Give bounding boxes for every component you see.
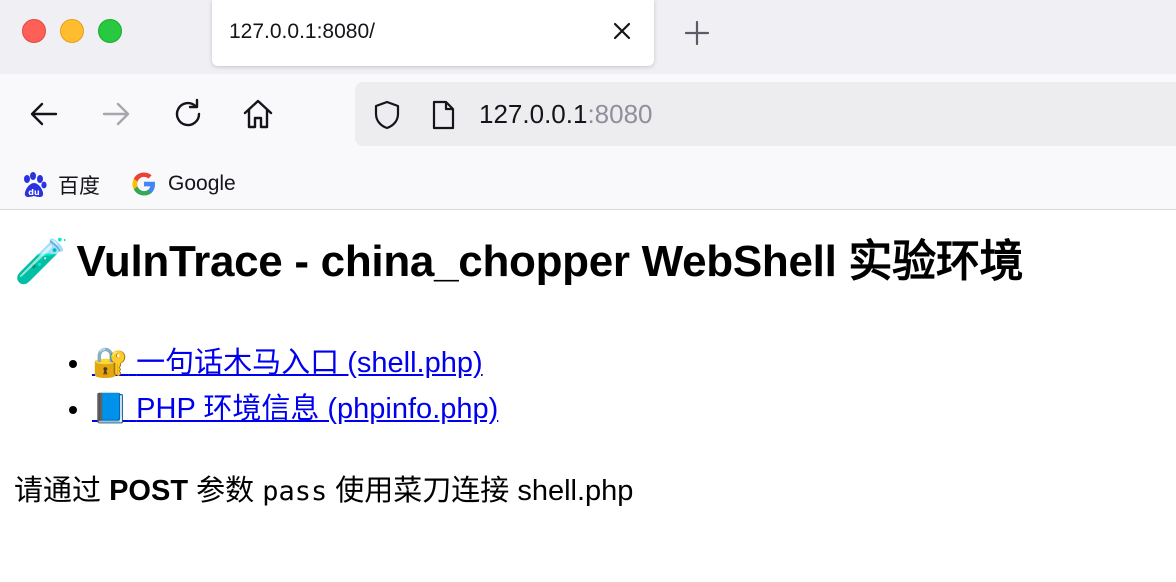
- link-list: 🔐 一句话木马入口 (shell.php) 📘 PHP 环境信息 (phpinf…: [14, 340, 1162, 432]
- tab-title: 127.0.0.1:8080/: [229, 20, 375, 43]
- shell-php-link[interactable]: 🔐 一句话木马入口 (shell.php): [92, 347, 483, 379]
- window-controls: [22, 19, 122, 43]
- google-icon: [132, 172, 155, 196]
- baidu-icon: du: [24, 172, 47, 197]
- window-close-button[interactable]: [22, 19, 46, 43]
- navigation-toolbar: 127.0.0.1:8080: [0, 74, 1176, 156]
- new-tab-plus-icon[interactable]: [683, 19, 711, 47]
- page-content: 🧪 VulnTrace - china_chopper WebShell 实验环境…: [0, 236, 1176, 511]
- url-text[interactable]: 127.0.0.1:8080: [479, 99, 653, 130]
- window-maximize-button[interactable]: [98, 19, 122, 43]
- bookmark-label: Google: [168, 172, 236, 195]
- lock-key-icon: 🔐: [92, 347, 129, 379]
- page-info-icon[interactable]: [429, 99, 457, 131]
- bookmark-label: 百度: [58, 175, 100, 198]
- url-port: :8080: [587, 99, 653, 129]
- browser-titlebar: 127.0.0.1:8080/: [0, 0, 1176, 74]
- reload-icon[interactable]: [170, 96, 206, 132]
- usage-note: 请通过 POST 参数 pass 使用菜刀连接 shell.php: [14, 472, 1162, 511]
- forward-arrow-icon[interactable]: [98, 96, 134, 132]
- home-icon[interactable]: [240, 96, 276, 132]
- list-item: 🔐 一句话木马入口 (shell.php): [92, 340, 1162, 386]
- window-minimize-button[interactable]: [60, 19, 84, 43]
- bookmark-google[interactable]: Google: [130, 170, 236, 198]
- note-middle: 参数: [196, 475, 255, 507]
- close-icon[interactable]: [610, 19, 634, 43]
- url-host: 127.0.0.1: [479, 99, 588, 129]
- phpinfo-link[interactable]: 📘 PHP 环境信息 (phpinfo.php): [92, 393, 498, 425]
- svg-text:du: du: [28, 188, 40, 197]
- link-label: 一句话木马入口 (shell.php): [136, 347, 483, 379]
- note-method: POST: [109, 475, 189, 507]
- bookmark-baidu[interactable]: du 百度: [20, 170, 100, 200]
- book-icon: 📘: [92, 393, 129, 425]
- list-item: 📘 PHP 环境信息 (phpinfo.php): [92, 386, 1162, 432]
- test-tube-icon: 🧪: [14, 237, 69, 286]
- bookmarks-toolbar: du 百度 Google: [0, 156, 1176, 210]
- page-title: 🧪 VulnTrace - china_chopper WebShell 实验环境: [14, 236, 1162, 288]
- note-suffix: 使用菜刀连接 shell.php: [335, 475, 634, 507]
- link-label: PHP 环境信息 (phpinfo.php): [136, 393, 499, 425]
- address-bar[interactable]: 127.0.0.1:8080: [355, 82, 1176, 146]
- note-param: pass: [262, 476, 328, 507]
- note-prefix: 请通过: [14, 475, 102, 507]
- page-title-text: VulnTrace - china_chopper WebShell 实验环境: [76, 237, 1024, 286]
- back-arrow-icon[interactable]: [26, 96, 62, 132]
- tab-active[interactable]: 127.0.0.1:8080/: [212, 0, 654, 66]
- shield-icon[interactable]: [371, 99, 403, 131]
